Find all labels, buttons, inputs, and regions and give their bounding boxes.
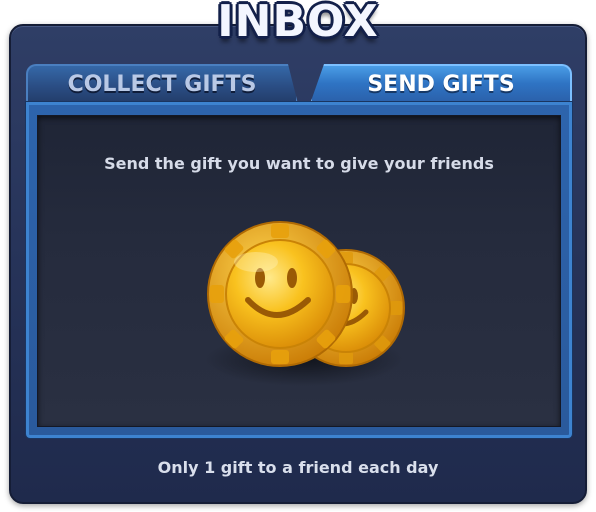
instruction-text: Send the gift you want to give your frie… <box>104 154 494 173</box>
tab-send-gifts[interactable]: SEND GIFTS <box>310 64 572 104</box>
tab-collect-gifts[interactable]: COLLECT GIFTS <box>26 64 298 104</box>
smiley-coin-icon[interactable] <box>194 212 424 392</box>
gift-content-area: Send the gift you want to give your frie… <box>37 115 561 427</box>
daily-limit-note: Only 1 gift to a friend each day <box>157 458 439 477</box>
dialog-title: INBOX <box>217 0 379 47</box>
tab-bar: COLLECT GIFTS SEND GIFTS <box>26 64 572 104</box>
content-frame: Send the gift you want to give your frie… <box>26 102 572 438</box>
front-coin <box>207 221 353 367</box>
inbox-dialog: INBOX COLLECT GIFTS SEND GIFTS Send the … <box>0 0 596 512</box>
